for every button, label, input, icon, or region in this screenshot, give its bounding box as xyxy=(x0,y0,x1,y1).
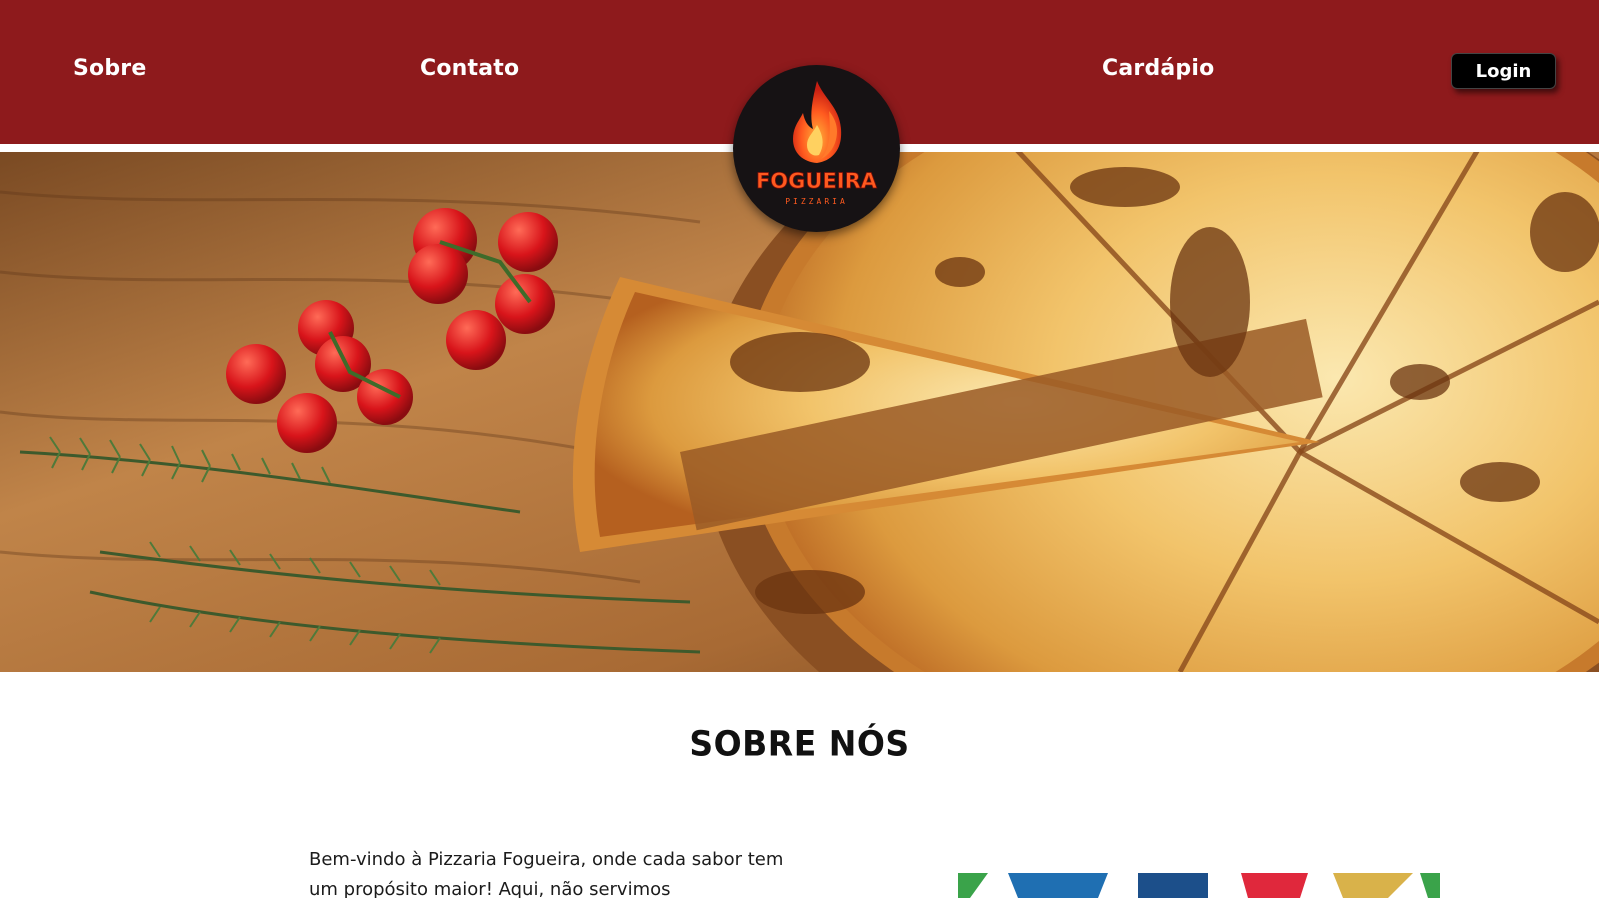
about-title: SOBRE NÓS xyxy=(689,723,910,764)
logo-name: FOGUEIRA xyxy=(756,169,878,193)
nav-sobre[interactable]: Sobre xyxy=(73,56,146,81)
nav-cardapio[interactable]: Cardápio xyxy=(1102,56,1214,81)
nav-contato[interactable]: Contato xyxy=(420,56,519,81)
flame-icon: FOGUEIRA PIZZARIA xyxy=(756,81,878,206)
about-paragraph: Bem-vindo à Pizzaria Fogueira, onde cada… xyxy=(309,849,784,898)
login-button[interactable]: Login xyxy=(1451,53,1556,89)
logo-tagline: PIZZARIA xyxy=(785,197,848,206)
about-image xyxy=(958,873,1440,898)
logo[interactable]: FOGUEIRA PIZZARIA xyxy=(733,65,900,232)
